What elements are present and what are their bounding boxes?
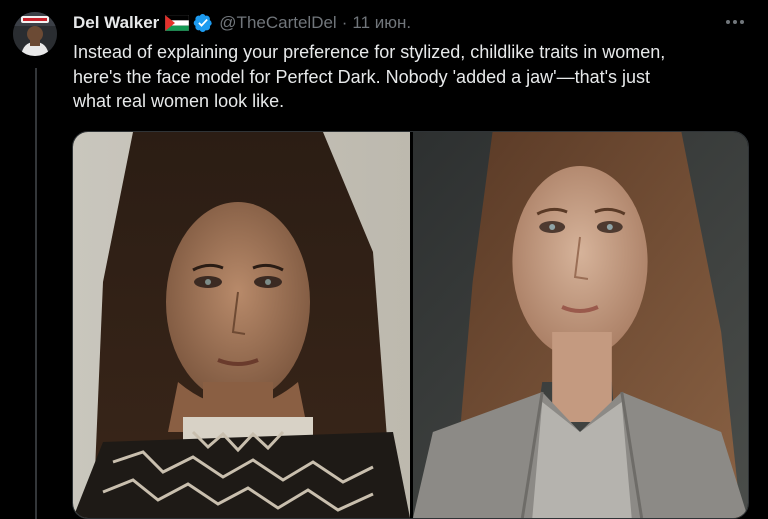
tweet-text-line: what real women look like. (73, 91, 285, 111)
palestine-flag-icon (165, 14, 190, 32)
more-options-icon[interactable] (720, 8, 750, 36)
photo-left[interactable] (73, 132, 410, 518)
tweet-article[interactable]: Del Walker @TheCartelDel · 11 июн. Inste… (0, 0, 768, 519)
tweet-text-line: here's the face model for Perfect Dark. … (73, 66, 651, 87)
media-grid (72, 131, 749, 519)
display-name[interactable]: Del Walker (73, 13, 159, 33)
portrait-photo-right (413, 132, 748, 518)
tweet-header: Del Walker @TheCartelDel · 11 июн. (73, 12, 411, 34)
portrait-photo-left (73, 132, 410, 518)
thread-line (35, 68, 37, 519)
verified-badge-icon[interactable] (193, 13, 213, 33)
tweet-text-line: Instead of explaining your preference fo… (73, 42, 666, 62)
user-handle[interactable]: @TheCartelDel (219, 13, 336, 33)
avatar[interactable] (13, 12, 57, 56)
separator-dot: · (341, 13, 348, 32)
timestamp-link[interactable]: 11 июн. (352, 13, 411, 33)
photo-right[interactable] (413, 132, 748, 518)
avatar-image (13, 12, 57, 56)
tweet-text: Instead of explaining your preference fo… (73, 40, 763, 114)
